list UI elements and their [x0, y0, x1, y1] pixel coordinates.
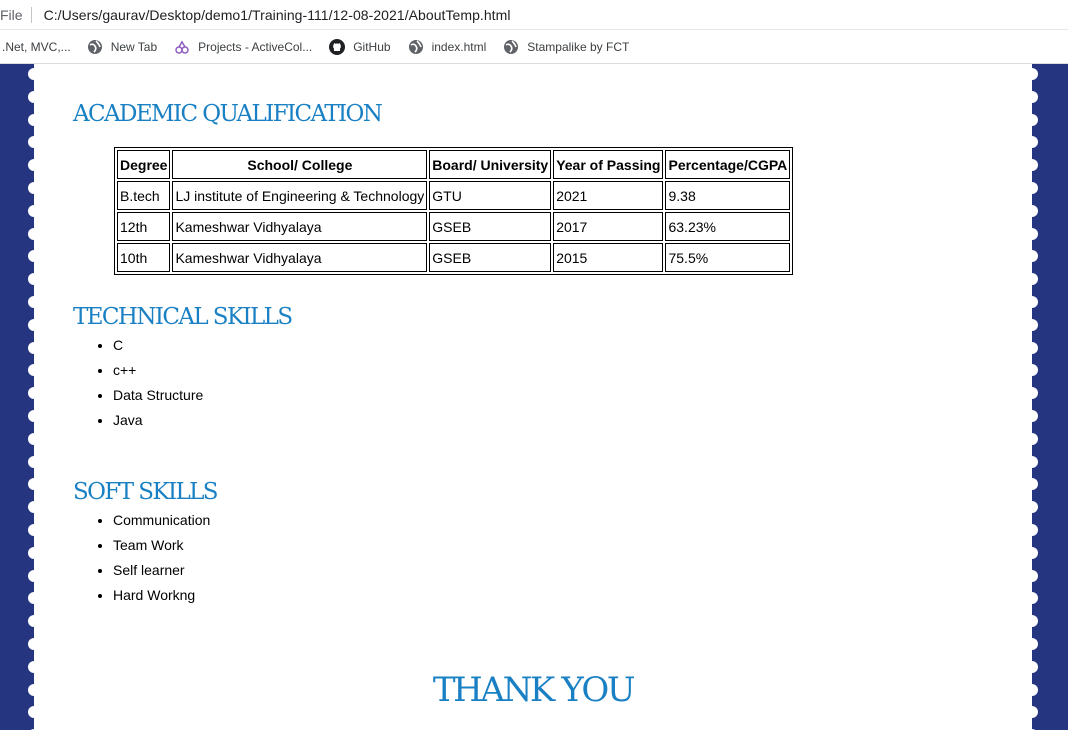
table-cell: 63.23%	[665, 212, 791, 241]
table-cell: GTU	[429, 181, 552, 210]
address-bar[interactable]: File C:/Users/gaurav/Desktop/demo1/Train…	[0, 0, 1068, 30]
bookmark-label: Projects - ActiveCol...	[198, 39, 313, 54]
bookmark-index-html[interactable]: index.html	[408, 39, 487, 55]
academic-heading: ACADEMIC QUALIFICATION	[73, 101, 383, 127]
globe-icon	[87, 39, 103, 55]
table-cell: Kameshwar Vidhyalaya	[172, 243, 428, 272]
table-cell: 12th	[117, 212, 171, 241]
page-content: ACADEMIC QUALIFICATION Degree School/ Co…	[34, 64, 1032, 730]
table-row: 10th Kameshwar Vidhyalaya GSEB 2015 75.5…	[117, 243, 791, 272]
bookmark-label: .Net, MVC,...	[2, 39, 71, 54]
column-header: School/ College	[172, 150, 428, 179]
table-header-row: Degree School/ College Board/ University…	[117, 150, 791, 179]
list-item: Hard Workng	[113, 587, 210, 612]
table-cell: 75.5%	[665, 243, 791, 272]
address-separator	[30, 6, 32, 23]
bookmark-new-tab[interactable]: New Tab	[87, 39, 157, 55]
table-cell: Kameshwar Vidhyalaya	[172, 212, 428, 241]
table-cell: GSEB	[429, 212, 552, 241]
soft-skills-list: Communication Team Work Self learner Har…	[73, 512, 210, 612]
table-cell: 2015	[553, 243, 664, 272]
bookmark-projects[interactable]: Projects - ActiveCol...	[174, 39, 312, 55]
page-viewport: ACADEMIC QUALIFICATION Degree School/ Co…	[0, 64, 1068, 730]
stamp-border-left	[0, 64, 40, 730]
globe-icon	[503, 39, 519, 55]
stamp-border-right	[1026, 64, 1068, 730]
table-cell: GSEB	[429, 243, 552, 272]
list-item: C	[113, 337, 203, 362]
bookmark-github[interactable]: GitHub	[329, 38, 391, 55]
list-item: Java	[113, 412, 203, 437]
table-cell: 2017	[553, 212, 664, 241]
soft-skills-heading: SOFT SKILLS	[73, 479, 219, 505]
table-cell: 2021	[553, 181, 664, 210]
globe-icon	[408, 39, 424, 55]
list-item: Self learner	[113, 562, 210, 587]
list-item: Communication	[113, 512, 210, 537]
list-item: c++	[113, 362, 203, 387]
file-scheme-label: File	[0, 6, 23, 23]
github-icon	[329, 38, 346, 55]
bookmark-stampalike[interactable]: Stampalike by FCT	[503, 39, 629, 55]
column-header: Board/ University	[429, 150, 552, 179]
bookmarks-bar: .Net, MVC,... New Tab Projects - ActiveC…	[0, 30, 1068, 64]
bookmark-label: index.html	[431, 39, 487, 54]
thank-you-heading: THANK YOU	[432, 670, 636, 710]
bookmark-net-mvc[interactable]: .Net, MVC,...	[2, 40, 71, 54]
table-cell: B.tech	[117, 181, 171, 210]
table-cell: 9.38	[665, 181, 791, 210]
table-row: 12th Kameshwar Vidhyalaya GSEB 2017 63.2…	[117, 212, 791, 241]
table-row: B.tech LJ institute of Engineering & Tec…	[117, 181, 791, 210]
technical-skills-list: C c++ Data Structure Java	[73, 337, 203, 437]
bookmark-label: GitHub	[353, 39, 391, 54]
technical-skills-heading: TECHNICAL SKILLS	[73, 304, 293, 330]
bookmark-label: New Tab	[110, 39, 158, 54]
table-cell: LJ institute of Engineering & Technology	[172, 181, 428, 210]
column-header: Degree	[117, 150, 171, 179]
table-cell: 10th	[117, 243, 171, 272]
qualification-table: Degree School/ College Board/ University…	[114, 147, 794, 275]
bookmark-label: Stampalike by FCT	[527, 39, 630, 54]
column-header: Percentage/CGPA	[665, 150, 791, 179]
column-header: Year of Passing	[553, 150, 664, 179]
projects-icon	[174, 39, 190, 55]
list-item: Team Work	[113, 537, 210, 562]
address-url[interactable]: C:/Users/gaurav/Desktop/demo1/Training-1…	[44, 7, 511, 23]
list-item: Data Structure	[113, 387, 203, 412]
